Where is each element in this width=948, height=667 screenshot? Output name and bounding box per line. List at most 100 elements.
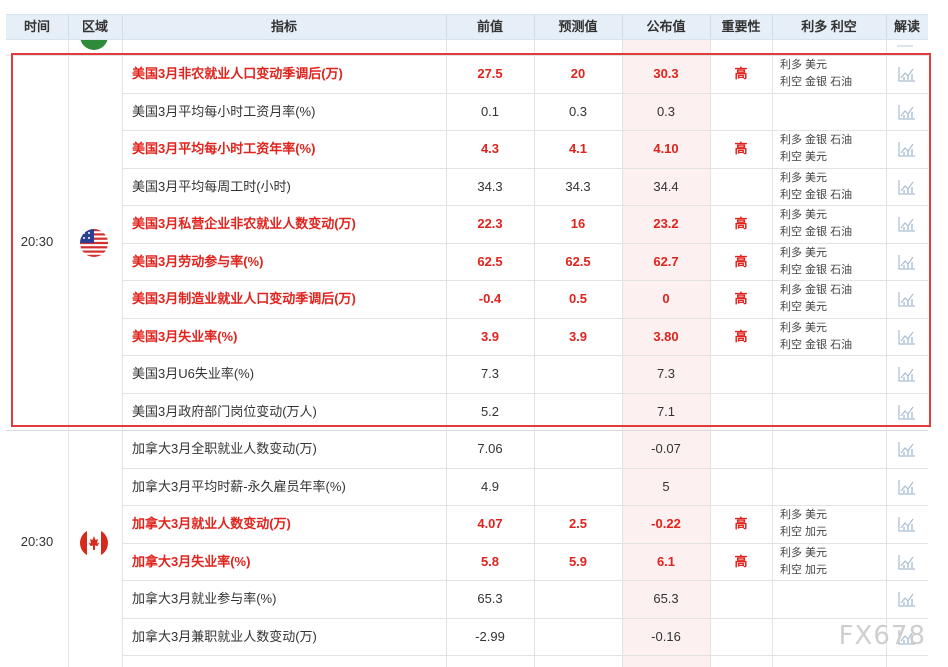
forecast-value [534,580,622,617]
effect-bearish: 利空 加元 [780,526,828,538]
actual-value: 7.1 [656,403,676,419]
previous-value: 4.07 [477,516,503,531]
group-top-divider [6,55,928,56]
actual-value: 30.3 [653,66,679,81]
chart-icon[interactable] [897,140,917,158]
chart-icon[interactable] [897,590,917,608]
effect-bearish: 利空 加元 [780,563,828,576]
header-importance: 重要性 [710,15,773,39]
chart-icon[interactable] [897,290,917,308]
header-analysis: 解读 [893,19,920,34]
previous-value: 0.1 [480,103,500,119]
previous-flag-partial [80,40,108,50]
chart-icon[interactable] [897,403,917,421]
indicator-cell: 美国3月平均每小时工资年率(%) [132,141,316,156]
indicator-cell: 美国3月失业率(%) [132,328,238,344]
table-header: 时间 区域 指标 前值 预测值 公布值 重要性 利多 利空 解读 [6,14,928,40]
importance-badge: 高 [734,516,748,531]
forecast-value [534,430,622,467]
chart-icon[interactable] [897,103,917,121]
effect-bearish: 利空 金银 石油 [780,76,853,88]
chart-icon[interactable] [897,515,917,533]
indicator-cell: 加拿大3月平均时薪-永久雇员年率(%) [132,478,346,494]
header-indicator: 指标 [122,15,447,39]
previous-chart-icon[interactable] [895,40,915,48]
column-divider [446,40,447,667]
importance-badge: 高 [734,216,748,231]
previous-value: 5.8 [480,553,500,569]
header-effect: 利多 利空 [772,15,887,39]
chart-icon[interactable] [897,253,917,271]
column-divider [886,40,887,667]
column-divider [622,40,623,667]
forecast-value [534,393,622,430]
indicator-cell: 美国3月私营企业非农就业人数变动(万) [132,216,356,231]
forecast-value [534,468,622,505]
effect-bullish: 利多 金银 石油 [780,134,853,146]
header-previous: 前值 [446,15,535,39]
group-divider [6,430,928,431]
forecast-value: 2.5 [568,516,588,531]
indicator-cell: 美国3月平均每小时工资月率(%) [132,103,316,119]
actual-value: 0.3 [656,103,676,119]
chart-icon[interactable] [897,215,917,233]
chart-icon[interactable] [897,178,917,196]
effect-bearish: 利空 金银 石油 [780,338,853,351]
chart-icon[interactable] [897,328,917,346]
importance-badge: 高 [734,553,748,569]
header-forecast: 预测值 [534,15,623,39]
previous-value: 62.5 [477,253,503,269]
forecast-value: 34.3 [565,178,591,194]
importance-badge: 高 [734,253,748,269]
actual-value: -0.07 [651,441,681,456]
effect-bullish: 利多 美元 [780,321,828,334]
effect-bearish: 利空 金银 石油 [780,226,853,238]
indicator-cell: 美国3月劳动参与率(%) [132,253,264,269]
previous-value: 5.2 [480,403,500,419]
previous-value: 4.3 [480,141,500,156]
importance-badge: 高 [734,66,748,81]
effect-bullish: 利多 美元 [780,509,828,521]
chart-icon[interactable] [897,478,917,496]
indicator-cell: 加拿大3月失业率(%) [132,553,251,569]
effect-bullish: 利多 美元 [780,171,828,184]
chart-icon[interactable] [897,365,917,383]
group-time-us: 20:30 [20,234,54,249]
chart-icon[interactable] [897,440,917,458]
importance-badge: 高 [734,141,748,156]
forecast-value: 3.9 [568,328,588,344]
previous-value: 27.5 [477,66,503,81]
chart-icon[interactable] [897,65,917,83]
previous-value: 34.3 [477,178,503,194]
indicator-cell: 美国3月制造业就业人口变动季调后(万) [132,291,356,306]
forecast-value: 4.1 [568,141,588,156]
effect-bullish: 利多 美元 [780,246,828,259]
actual-value: -0.22 [651,516,681,531]
actual-value: 7.3 [656,366,676,381]
previous-value: 3.9 [480,328,500,344]
forecast-value: 16 [570,216,586,231]
previous-value: 22.3 [477,216,503,231]
effect-bullish: 利多 美元 [780,209,828,221]
importance-badge [710,168,772,205]
previous-value: 65.3 [477,591,503,606]
effect-bullish: 利多 美元 [780,59,828,71]
importance-badge [710,468,772,505]
previous-value: 7.3 [480,366,500,381]
importance-badge: 高 [734,328,748,344]
chart-icon[interactable] [897,553,917,571]
actual-value: 6.1 [656,553,676,569]
indicator-cell: 加拿大3月就业参与率(%) [132,591,277,606]
forecast-value: 0.3 [568,103,588,119]
actual-value: 62.7 [653,253,679,269]
actual-value: -0.16 [651,628,681,644]
importance-badge: 高 [734,291,748,306]
previous-value: -0.4 [478,291,502,306]
canada-flag [80,529,108,557]
actual-value: 34.4 [653,178,679,194]
indicator-cell: 美国3月非农就业人口变动季调后(万) [132,66,343,81]
importance-badge [710,393,772,430]
forecast-value: 62.5 [565,253,591,269]
effect-bullish: 利多 金银 石油 [780,284,853,296]
indicator-cell: 加拿大3月全职就业人数变动(万) [132,441,317,456]
